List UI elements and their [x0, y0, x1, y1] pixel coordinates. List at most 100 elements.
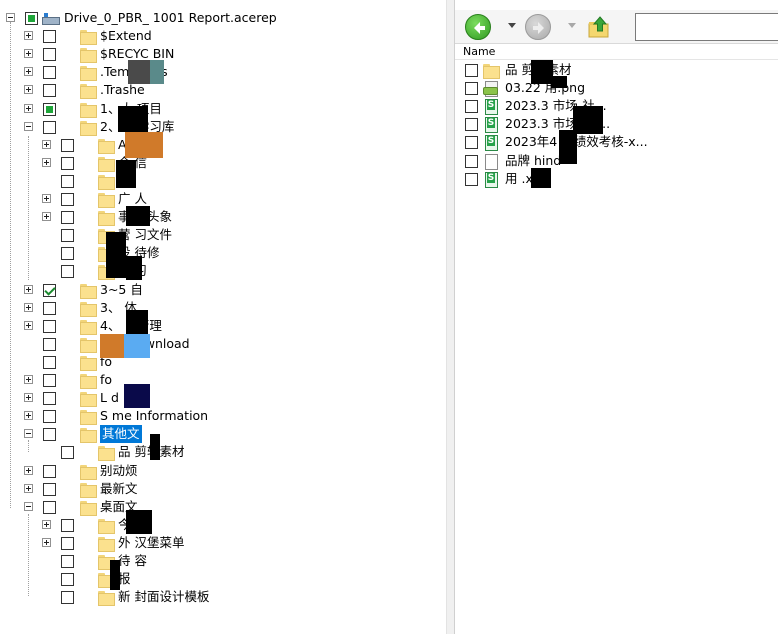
tree-node[interactable]: $Extend — [0, 27, 446, 46]
tree-checkbox[interactable] — [43, 66, 56, 80]
tree-node[interactable]: 新 封面设计模板 — [0, 588, 446, 607]
up-folder-button[interactable] — [587, 15, 611, 39]
file-checkbox[interactable] — [465, 64, 478, 77]
expand-node-icon[interactable] — [42, 139, 51, 149]
tree-checkbox[interactable] — [61, 211, 74, 225]
expand-node-icon[interactable] — [24, 103, 33, 113]
tree-checkbox[interactable] — [61, 555, 74, 568]
tree-checkbox[interactable] — [61, 265, 74, 279]
file-list-item[interactable]: 品 剪辑素材 — [455, 61, 778, 79]
tree-node[interactable]: 广 人 — [0, 190, 446, 208]
list-column-header-name[interactable]: Name — [455, 44, 778, 60]
tree-node[interactable]: 企 信 — [0, 154, 446, 172]
expand-node-icon[interactable] — [24, 302, 33, 312]
forward-history-dropdown[interactable] — [568, 23, 576, 28]
tree-node[interactable]: 设 待修 — [0, 244, 446, 263]
tree-node[interactable]: 1、大 项目 — [0, 100, 446, 118]
tree-node[interactable]: .Trashe — [0, 81, 446, 100]
file-checkbox[interactable] — [465, 118, 478, 132]
tree-checkbox[interactable] — [43, 337, 56, 351]
tree-node[interactable]: 桌面文 — [0, 498, 446, 516]
tree-node[interactable]: 3~5 自 — [0, 281, 446, 299]
tree-checkbox[interactable] — [43, 301, 56, 315]
back-button[interactable] — [465, 14, 491, 40]
tree-node[interactable]: 3、 体 — [0, 299, 446, 317]
expand-node-icon[interactable] — [24, 465, 33, 475]
tree-node[interactable]: 事 一头象 — [0, 208, 446, 227]
tree-checkbox[interactable] — [43, 30, 56, 44]
tree-checkbox[interactable] — [43, 84, 56, 98]
tree-node[interactable]: 专 习 — [0, 262, 446, 281]
tree-node[interactable]: An — [0, 136, 446, 154]
expand-node-icon[interactable] — [24, 393, 33, 403]
expand-node-icon[interactable] — [24, 31, 33, 41]
tree-node[interactable]: 宁 — [0, 172, 446, 190]
file-checkbox[interactable] — [465, 100, 478, 114]
tree-node[interactable]: 待 容 — [0, 552, 446, 570]
collapse-node-icon[interactable] — [24, 501, 33, 511]
tree-checkbox[interactable] — [61, 229, 74, 243]
tree-node[interactable]: 今日 — [0, 516, 446, 534]
tree-node[interactable]: fo — [0, 353, 446, 371]
forward-button[interactable] — [525, 14, 551, 40]
tree-node[interactable]: 别动烦 — [0, 462, 446, 480]
tree-node[interactable]: S me Information — [0, 407, 446, 426]
expand-node-icon[interactable] — [24, 67, 33, 77]
expand-node-icon[interactable] — [24, 49, 33, 59]
tree-checkbox[interactable] — [61, 193, 74, 206]
tree-node[interactable]: 营 习文件 — [0, 226, 446, 245]
tree-checkbox[interactable] — [61, 247, 74, 261]
expand-node-icon[interactable] — [42, 212, 51, 222]
tree-checkbox[interactable] — [61, 446, 74, 460]
tree-checkbox[interactable] — [43, 48, 56, 62]
tree-checkbox[interactable] — [43, 428, 56, 442]
expand-node-icon[interactable] — [24, 284, 33, 294]
file-list-item[interactable]: 2023.3 市场-社... — [455, 97, 778, 116]
tree-checkbox[interactable] — [43, 102, 56, 116]
tree-checkbox[interactable] — [61, 573, 74, 587]
tree-checkbox[interactable] — [43, 319, 56, 333]
tree-node[interactable]: 其他文 — [0, 425, 446, 444]
tree-node[interactable]: $RECYC BIN — [0, 45, 446, 64]
file-checkbox[interactable] — [465, 154, 478, 168]
tree-checkbox[interactable] — [61, 518, 74, 532]
tree-checkbox[interactable] — [43, 355, 56, 369]
tree-checkbox[interactable] — [61, 156, 74, 170]
tree-checkbox[interactable] — [43, 410, 56, 424]
tree-checkbox[interactable] — [61, 174, 74, 188]
expand-node-icon[interactable] — [24, 320, 33, 330]
expand-node-icon[interactable] — [24, 411, 33, 421]
tree-checkbox[interactable] — [25, 12, 38, 25]
tree-checkbox[interactable] — [43, 500, 56, 514]
tree-checkbox[interactable] — [43, 120, 56, 134]
tree-checkbox[interactable] — [61, 536, 74, 550]
expand-node-icon[interactable] — [24, 85, 33, 95]
tree-node[interactable]: 外 汉堡菜单 — [0, 534, 446, 552]
tree-checkbox[interactable] — [43, 392, 56, 406]
file-checkbox[interactable] — [465, 136, 478, 150]
tree-node[interactable]: 最新文 — [0, 480, 446, 498]
tree-node[interactable]: .Tempo ms — [0, 63, 446, 82]
file-checkbox[interactable] — [465, 172, 478, 186]
expand-node-icon[interactable] — [42, 157, 51, 167]
tree-node[interactable]: 4、 目管理 — [0, 317, 446, 335]
file-list-item[interactable]: 03.22 用.png — [455, 79, 778, 98]
expand-node-icon[interactable] — [42, 537, 51, 547]
expand-node-icon[interactable] — [42, 194, 51, 203]
tree-node[interactable]: fo — [0, 371, 446, 389]
expand-node-icon[interactable] — [42, 519, 51, 529]
path-input[interactable] — [635, 13, 778, 41]
file-list-item[interactable]: 用 .xls — [455, 170, 778, 188]
file-list-item[interactable]: 2023年4 度绩效考核-x... — [455, 133, 778, 152]
collapse-node-icon[interactable] — [24, 429, 33, 439]
tree-root-drive[interactable]: Drive_0_PBR_ 1001 Report.acerep — [0, 9, 446, 27]
tree-checkbox[interactable] — [43, 283, 56, 297]
tree-node[interactable]: 2、宁 学习库 — [0, 118, 446, 136]
expand-node-icon[interactable] — [24, 483, 33, 493]
tree-checkbox[interactable] — [43, 374, 56, 387]
tree-node[interactable]: 品 剪辑素材 — [0, 443, 446, 462]
tree-pane-scrollbar[interactable] — [446, 0, 454, 634]
tree-node[interactable]: 报 — [0, 570, 446, 589]
tree-node[interactable]: L d — [0, 389, 446, 408]
tree-checkbox[interactable] — [61, 591, 74, 605]
